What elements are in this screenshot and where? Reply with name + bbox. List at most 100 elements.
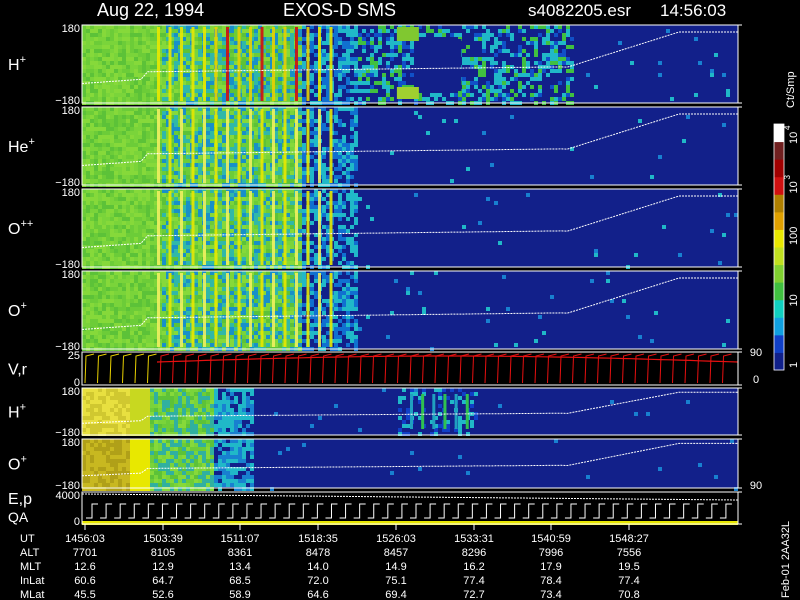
colorbar-swatch [774,229,784,248]
y-top-label: 180 [62,23,80,35]
colorbar-tick-label: 10 [788,132,800,144]
panel-charge: + [28,136,34,148]
right-bottom-label: 90 [750,480,762,492]
orbit-cell: 73.4 [540,589,561,600]
header-instrument: EXOS-D SMS [283,0,396,20]
colorbar-swatch [774,247,784,266]
panel-charge: + [20,402,26,414]
panel-2: O++180−180 [8,187,742,271]
colorbar-swatch [774,317,784,336]
orbit-cell: 8296 [462,547,486,559]
colorbar-swatch [774,334,784,353]
orbit-cell: 69.4 [385,589,406,600]
orbit-cell: 1526:03 [376,533,416,545]
panel-charge: + [20,300,26,312]
panel-4: V,r250900 [8,347,762,389]
orbit-cell: 78.4 [540,575,561,587]
orbit-cell: 8457 [384,547,408,559]
colorbar-swatch [774,282,784,301]
colorbar: Ct/Smp110100103104 [773,71,800,371]
y-top-label: 180 [62,105,80,117]
panel-7: E,pQA 4000 0 [8,490,742,528]
plot-canvas: Aug 22, 1994 EXOS-D SMS s4082205.esr 14:… [8,0,800,600]
orbit-cell: 70.8 [618,589,639,600]
panel-label: He+ [8,136,35,156]
side-note: Feb-01 2AA32L [780,521,792,598]
orbit-row-label: UT [20,533,35,545]
colorbar-swatch [774,194,784,213]
colorbar-tick-label: 10 [788,294,800,306]
orbit-cell: 68.5 [229,575,250,587]
orbit-cell: 64.6 [307,589,328,600]
orbit-cell: 7701 [73,547,97,559]
panel-charge: ++ [20,218,33,230]
orbit-cell: 12.6 [74,561,95,573]
orbit-table: UT 1456:03 1503:39 1511:07 1518:35 1526:03 153… [20,524,649,600]
y-bottom-label: 0 [74,516,80,528]
orbit-cell: 77.4 [618,575,639,587]
panel-label: V,r [8,362,28,379]
orbit-cell: 60.6 [74,575,95,587]
orbit-cell: 1548:27 [609,533,649,545]
panel-6: O+180−180 90 [8,437,762,492]
panel-label: O++ [8,218,33,238]
panel-0: H+180−180 [8,23,742,107]
orbit-cell: 1518:35 [298,533,338,545]
orbit-cell: 52.6 [152,589,173,600]
y-top-label: 180 [62,269,80,281]
sms-summary-plot: Aug 22, 1994 EXOS-D SMS s4082205.esr 14:… [0,0,800,600]
orbit-row-label: MLat [20,589,44,600]
orbit-cell: 7556 [617,547,641,559]
orbit-cell: 19.5 [618,561,639,573]
y-top-label: 180 [62,187,80,199]
orbit-cell: 72.7 [463,589,484,600]
orbit-cell: 1540:59 [531,533,571,545]
y-top-label: 4000 [56,490,80,502]
orbit-cell: 8478 [306,547,330,559]
orbit-cell: 8361 [228,547,252,559]
orbit-row-label: InLat [20,575,44,587]
header-file: s4082205.esr [528,1,631,20]
panel-3: O+180−180 [8,269,742,353]
panel-label: H+ [8,54,26,74]
orbit-cell: 72.0 [307,575,328,587]
orbit-cell: 1511:07 [221,533,260,545]
orbit-cell: 17.9 [540,561,561,573]
panels-layer: H+180−180He+180−180O++180−180O+180−180V,… [8,23,762,528]
orbit-cell: 1503:39 [143,533,183,545]
orbit-cell: 1456:03 [65,533,105,545]
orbit-cell: 7996 [539,547,563,559]
colorbar-tick-label: 3 [783,175,792,180]
orbit-cell: 64.7 [152,575,173,587]
orbit-row-label: ALT [20,547,40,559]
orbit-cell: 77.4 [463,575,484,587]
colorbar-tick-label: 10 [788,181,800,193]
panel-label: O+ [8,454,27,474]
panel-charge: + [20,54,26,66]
orbit-cell: 75.1 [385,575,406,587]
orbit-cell: 58.9 [229,589,250,600]
colorbar-swatch [774,352,784,371]
colorbar-swatch [774,299,784,318]
colorbar-swatch [774,159,784,178]
orbit-cell: 13.4 [229,561,250,573]
panel-5: H+180−180 [8,386,742,439]
panel-label: E,p [8,491,32,508]
right-top-label: 90 [750,347,762,359]
right-bottom-label: 0 [753,374,759,386]
orbit-cell: 1533:31 [454,533,494,545]
panel-label: O+ [8,300,27,320]
header-time: 14:56:03 [660,1,726,20]
panel-label-qa: QA [8,509,29,525]
panel-1: He+180−180 [8,105,742,189]
y-top-label: 180 [62,437,80,449]
colorbar-tick-label: 4 [783,125,792,130]
colorbar-swatch [774,264,784,283]
y-top-label: 180 [62,386,80,398]
orbit-cell: 12.9 [152,561,173,573]
colorbar-tick-label: 100 [788,227,800,245]
y-top-label: 25 [68,350,80,362]
header-date: Aug 22, 1994 [97,0,204,20]
orbit-cell: 16.2 [463,561,484,573]
orbit-cell: 14.9 [385,561,406,573]
